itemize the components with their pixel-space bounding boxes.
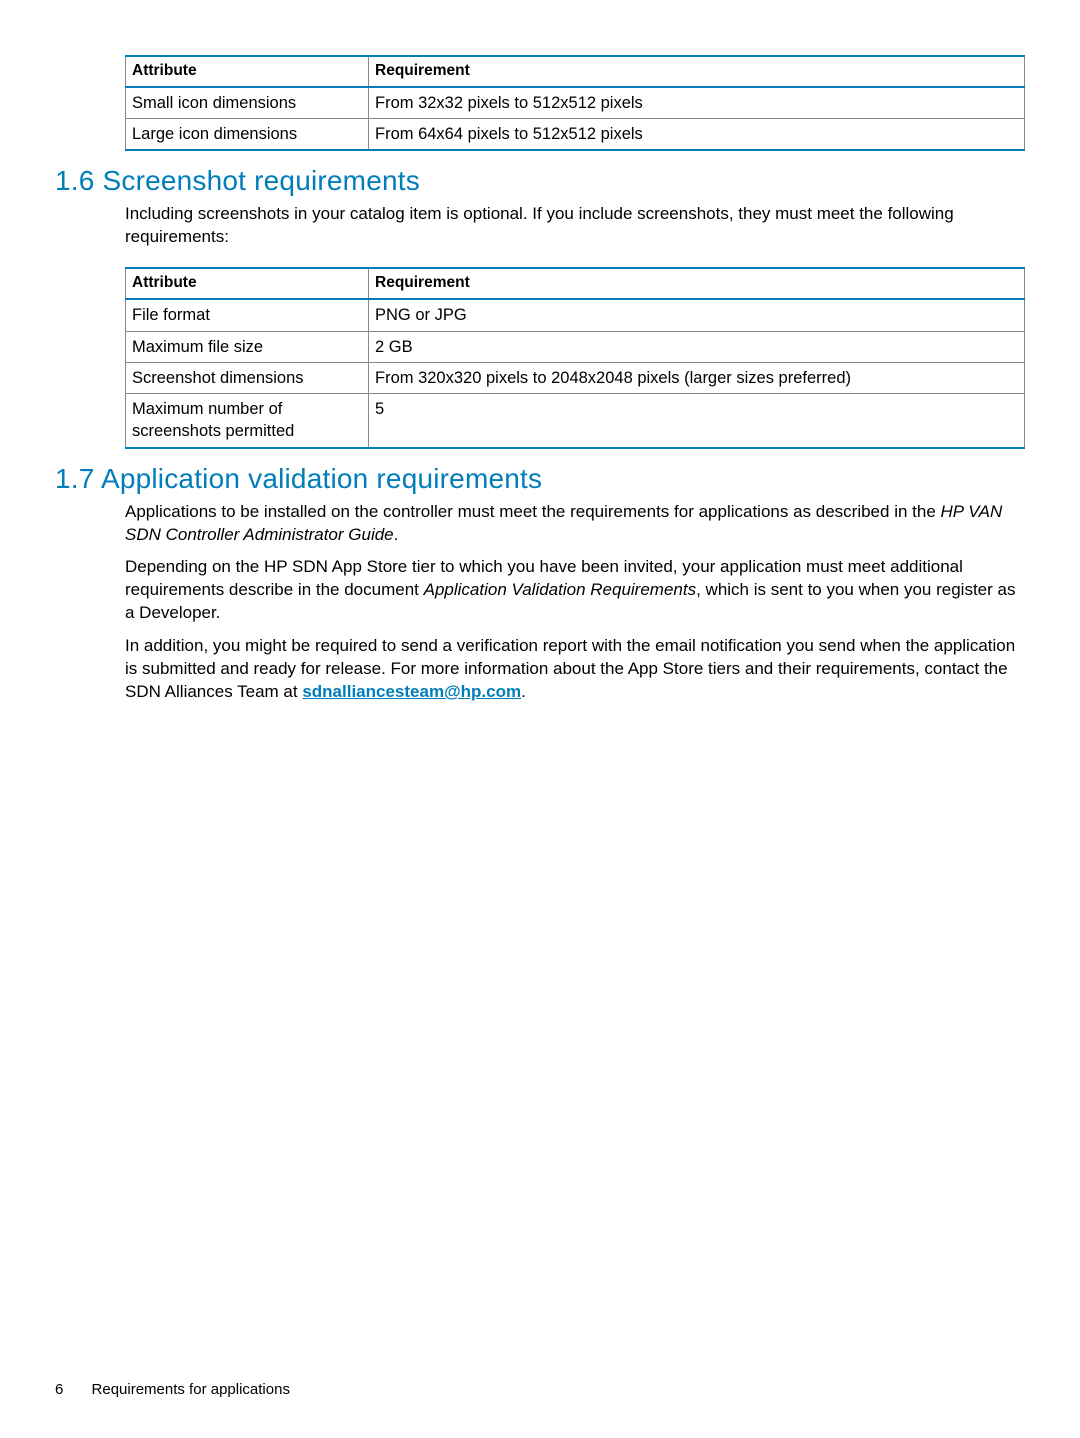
section-intro-text: Including screenshots in your catalog it… <box>125 203 1025 249</box>
table-header: Requirement <box>369 268 1025 299</box>
section-1-7-paragraph-3: In addition, you might be required to se… <box>125 635 1025 704</box>
table-header: Requirement <box>369 56 1025 87</box>
table-row: Large icon dimensions From 64x64 pixels … <box>126 119 1025 151</box>
doc-title-italic: Application Validation Requirements <box>424 580 696 599</box>
page-footer: 6 Requirements for applications <box>55 1381 290 1398</box>
section-heading-1-7: 1.7 Application validation requirements <box>55 463 1025 495</box>
table-cell: From 64x64 pixels to 512x512 pixels <box>369 119 1025 151</box>
table-row: Screenshot dimensions From 320x320 pixel… <box>126 362 1025 393</box>
text: . <box>521 682 526 701</box>
table-cell: File format <box>126 299 369 331</box>
table-cell: 5 <box>369 394 1025 448</box>
table-cell: Large icon dimensions <box>126 119 369 151</box>
table-cell: From 320x320 pixels to 2048x2048 pixels … <box>369 362 1025 393</box>
table-cell: Maximum number of screenshots permitted <box>126 394 369 448</box>
section-heading-1-6: 1.6 Screenshot requirements <box>55 165 1025 197</box>
table-cell: PNG or JPG <box>369 299 1025 331</box>
table-row: Maximum number of screenshots permitted … <box>126 394 1025 448</box>
table-header: Attribute <box>126 268 369 299</box>
icon-dimensions-table: Attribute Requirement Small icon dimensi… <box>125 55 1025 151</box>
section-1-7-paragraph-2: Depending on the HP SDN App Store tier t… <box>125 556 1025 625</box>
footer-title: Requirements for applications <box>92 1381 290 1398</box>
contact-email-link[interactable]: sdnalliancesteam@hp.com <box>302 682 521 701</box>
screenshot-requirements-table: Attribute Requirement File format PNG or… <box>125 267 1025 448</box>
table-row: Small icon dimensions From 32x32 pixels … <box>126 87 1025 119</box>
table-cell: Small icon dimensions <box>126 87 369 119</box>
section-1-7-paragraph-1: Applications to be installed on the cont… <box>125 501 1025 547</box>
table-row: File format PNG or JPG <box>126 299 1025 331</box>
page-number: 6 <box>55 1381 63 1398</box>
text: Applications to be installed on the cont… <box>125 502 941 521</box>
table-header: Attribute <box>126 56 369 87</box>
table-cell: From 32x32 pixels to 512x512 pixels <box>369 87 1025 119</box>
table-row: Maximum file size 2 GB <box>126 331 1025 362</box>
table-cell: Screenshot dimensions <box>126 362 369 393</box>
text: In addition, you might be required to se… <box>125 636 1015 701</box>
table-cell: Maximum file size <box>126 331 369 362</box>
text: . <box>394 525 399 544</box>
table-cell: 2 GB <box>369 331 1025 362</box>
